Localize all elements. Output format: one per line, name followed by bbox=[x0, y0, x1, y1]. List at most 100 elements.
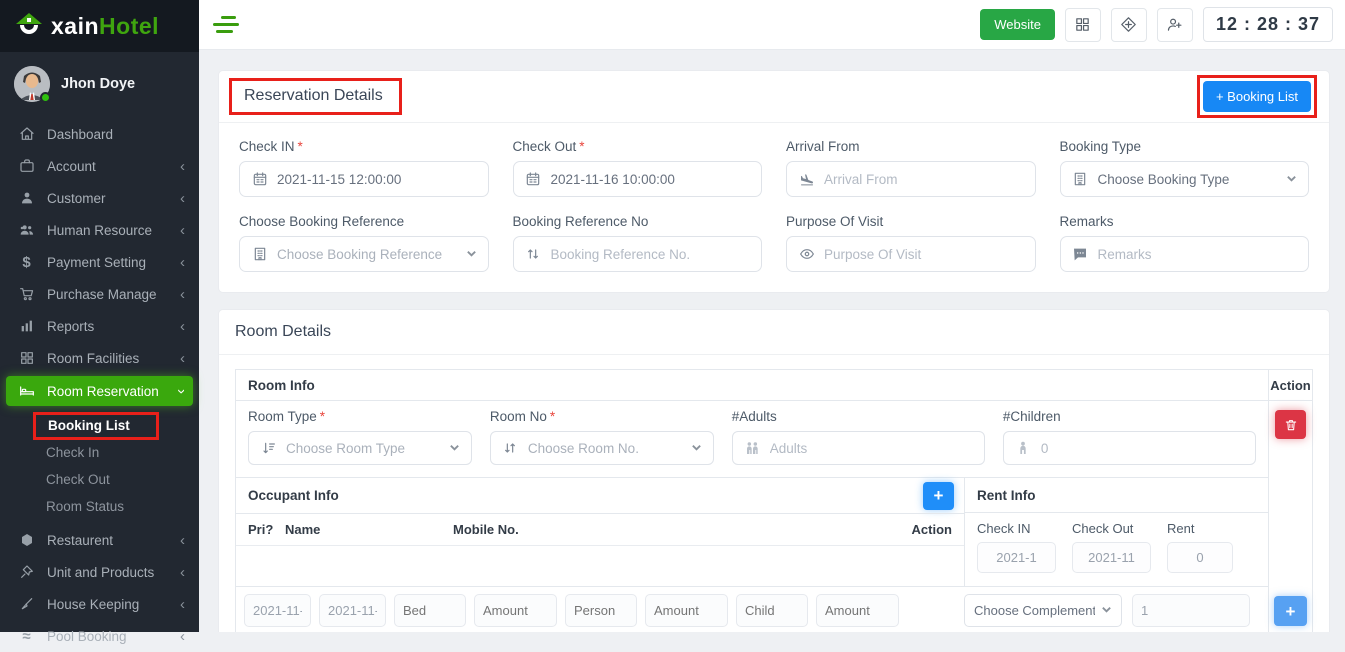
occupant-info-title: Occupant Info bbox=[248, 488, 339, 503]
occupant-table-headers: Pri? Name Mobile No. Action bbox=[236, 513, 964, 546]
sidebar-item-unit-and-products[interactable]: Unit and Products ‹ bbox=[0, 556, 199, 588]
chevron-down-icon bbox=[1286, 172, 1297, 187]
complementary-select[interactable]: Choose Complementary bbox=[964, 594, 1122, 627]
chevron-left-icon: ‹ bbox=[180, 255, 185, 270]
delete-room-button[interactable] bbox=[1275, 410, 1306, 439]
website-button[interactable]: Website bbox=[980, 9, 1055, 40]
rent-check-out-input[interactable] bbox=[1072, 542, 1151, 573]
sort-arrows-icon bbox=[525, 246, 542, 263]
booking-reference-no-input[interactable] bbox=[551, 247, 751, 262]
dollar-icon: $ bbox=[18, 254, 35, 271]
sidebar-item-room-reservation[interactable]: Room Reservation ‹ bbox=[6, 376, 193, 406]
chevron-down-icon bbox=[466, 247, 477, 262]
sidebar-item-house-keeping[interactable]: House Keeping ‹ bbox=[0, 588, 199, 620]
briefcase-icon bbox=[18, 158, 35, 175]
compass-icon bbox=[1120, 16, 1137, 33]
sidebar-item-purchase-manage[interactable]: Purchase Manage ‹ bbox=[0, 278, 199, 310]
remarks-field[interactable] bbox=[1060, 236, 1310, 272]
user-profile[interactable]: Jhon Doye bbox=[0, 52, 199, 112]
brand-logo[interactable]: xainHotel bbox=[0, 0, 199, 52]
booking-reference-select[interactable]: Choose Booking Reference bbox=[239, 236, 489, 272]
submenu-room-status[interactable]: Room Status bbox=[0, 493, 199, 520]
remarks-label: Remarks bbox=[1060, 214, 1310, 229]
child-amount-input[interactable] bbox=[816, 594, 899, 627]
occupant-col-name: Name bbox=[285, 522, 453, 537]
cart-icon bbox=[18, 286, 35, 303]
child-input[interactable] bbox=[736, 594, 808, 627]
rent-amount-input[interactable] bbox=[1167, 542, 1233, 573]
rent-check-in-input[interactable] bbox=[977, 542, 1056, 573]
pin-icon bbox=[18, 564, 35, 581]
booking-type-label: Booking Type bbox=[1060, 139, 1310, 154]
chevron-left-icon: ‹ bbox=[180, 223, 185, 238]
submenu-check-out[interactable]: Check Out bbox=[0, 466, 199, 493]
menu-toggle-icon[interactable] bbox=[213, 16, 239, 33]
sidebar-item-account[interactable]: Account ‹ bbox=[0, 150, 199, 182]
room-no-select[interactable]: Choose Room No. bbox=[490, 431, 714, 465]
check-in-field[interactable] bbox=[239, 161, 489, 197]
apps-grid-button[interactable] bbox=[1065, 8, 1101, 42]
sidebar-item-reports[interactable]: Reports ‹ bbox=[0, 310, 199, 342]
home-icon bbox=[18, 126, 35, 143]
submenu-booking-list[interactable]: Booking List bbox=[0, 412, 199, 439]
remarks-input[interactable] bbox=[1098, 247, 1298, 262]
brand-name: xainHotel bbox=[51, 13, 159, 40]
sidebar-item-restaurent[interactable]: Restaurent ‹ bbox=[0, 524, 199, 556]
submenu-check-in[interactable]: Check In bbox=[0, 439, 199, 466]
arrival-from-input[interactable] bbox=[824, 172, 1024, 187]
check-out-input[interactable] bbox=[551, 172, 751, 187]
annotation-booking-list: Booking List bbox=[33, 412, 159, 440]
sidebar-item-customer[interactable]: Customer ‹ bbox=[0, 182, 199, 214]
sidebar-item-room-facilities[interactable]: Room Facilities ‹ bbox=[0, 342, 199, 374]
children-input[interactable] bbox=[1041, 441, 1244, 456]
main-content: Reservation Details + Booking List Check… bbox=[199, 50, 1345, 632]
booking-reference-no-field[interactable] bbox=[513, 236, 763, 272]
room-details-title: Room Details bbox=[235, 323, 331, 341]
building-icon bbox=[251, 246, 268, 263]
adults-input[interactable] bbox=[770, 441, 973, 456]
rent-date-to-input[interactable] bbox=[319, 594, 386, 627]
adults-field[interactable] bbox=[732, 431, 985, 465]
check-in-label: Check IN* bbox=[239, 139, 489, 154]
hexagon-icon bbox=[18, 532, 35, 549]
bed-amount-input[interactable] bbox=[474, 594, 557, 627]
action-header: Action bbox=[1269, 370, 1312, 401]
comment-icon bbox=[1072, 246, 1089, 263]
bed-input[interactable] bbox=[394, 594, 466, 627]
person-amount-input[interactable] bbox=[645, 594, 728, 627]
booking-list-button[interactable]: + Booking List bbox=[1203, 81, 1311, 112]
sidebar-item-pool-booking[interactable]: ≈ Pool Booking ‹ bbox=[0, 620, 199, 652]
children-field[interactable] bbox=[1003, 431, 1256, 465]
sidebar: xainHotel Jhon Doye Dashboard Account ‹ bbox=[0, 0, 199, 632]
building-icon bbox=[1072, 171, 1089, 188]
chevron-left-icon: ‹ bbox=[180, 597, 185, 612]
clock-display: 12 : 28 : 37 bbox=[1203, 7, 1333, 42]
grid-icon bbox=[18, 350, 35, 367]
purpose-of-visit-input[interactable] bbox=[824, 247, 1024, 262]
child-icon bbox=[1015, 440, 1032, 457]
room-no-label: Room No* bbox=[490, 409, 714, 424]
room-type-select[interactable]: Choose Room Type bbox=[248, 431, 472, 465]
compass-button[interactable] bbox=[1111, 8, 1147, 42]
check-in-input[interactable] bbox=[277, 172, 477, 187]
arrival-from-field[interactable] bbox=[786, 161, 1036, 197]
eye-icon bbox=[798, 246, 815, 263]
sidebar-item-dashboard[interactable]: Dashboard bbox=[0, 118, 199, 150]
occupant-empty-area bbox=[236, 546, 964, 586]
room-details-card: Room Details Room Info Room Type* Choose… bbox=[218, 309, 1330, 632]
reservation-title: Reservation Details bbox=[244, 87, 383, 104]
add-user-button[interactable] bbox=[1157, 8, 1193, 42]
sidebar-item-payment-setting[interactable]: $ Payment Setting ‹ bbox=[0, 246, 199, 278]
booking-type-select[interactable]: Choose Booking Type bbox=[1060, 161, 1310, 197]
house-logo-icon bbox=[14, 12, 44, 40]
person-input[interactable] bbox=[565, 594, 637, 627]
sidebar-nav: Dashboard Account ‹ Customer ‹ Human Res… bbox=[0, 112, 199, 652]
add-occupant-button[interactable]: + bbox=[923, 482, 954, 510]
check-out-field[interactable] bbox=[513, 161, 763, 197]
purpose-of-visit-field[interactable] bbox=[786, 236, 1036, 272]
rent-date-from-input[interactable] bbox=[244, 594, 311, 627]
add-rent-row-button[interactable]: + bbox=[1274, 596, 1307, 626]
sidebar-item-human-resource[interactable]: Human Resource ‹ bbox=[0, 214, 199, 246]
chevron-left-icon: ‹ bbox=[180, 319, 185, 334]
qty-input[interactable] bbox=[1132, 594, 1250, 627]
